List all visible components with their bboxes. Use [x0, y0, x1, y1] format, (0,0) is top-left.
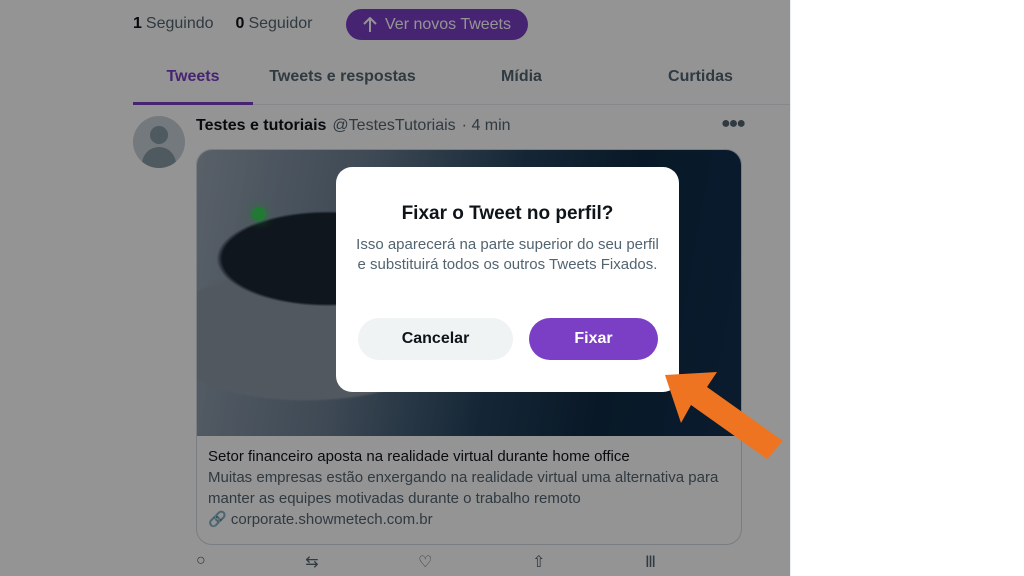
cancel-button[interactable]: Cancelar	[358, 318, 513, 360]
dialog-title: Fixar o Tweet no perfil?	[401, 203, 614, 224]
dialog-body: Isso aparecerá na parte superior do seu …	[356, 236, 659, 273]
pin-tweet-dialog: Fixar o Tweet no perfil? Isso aparecerá …	[336, 167, 679, 392]
pin-button[interactable]: Fixar	[529, 318, 658, 360]
orange-arrow-icon	[665, 372, 783, 459]
